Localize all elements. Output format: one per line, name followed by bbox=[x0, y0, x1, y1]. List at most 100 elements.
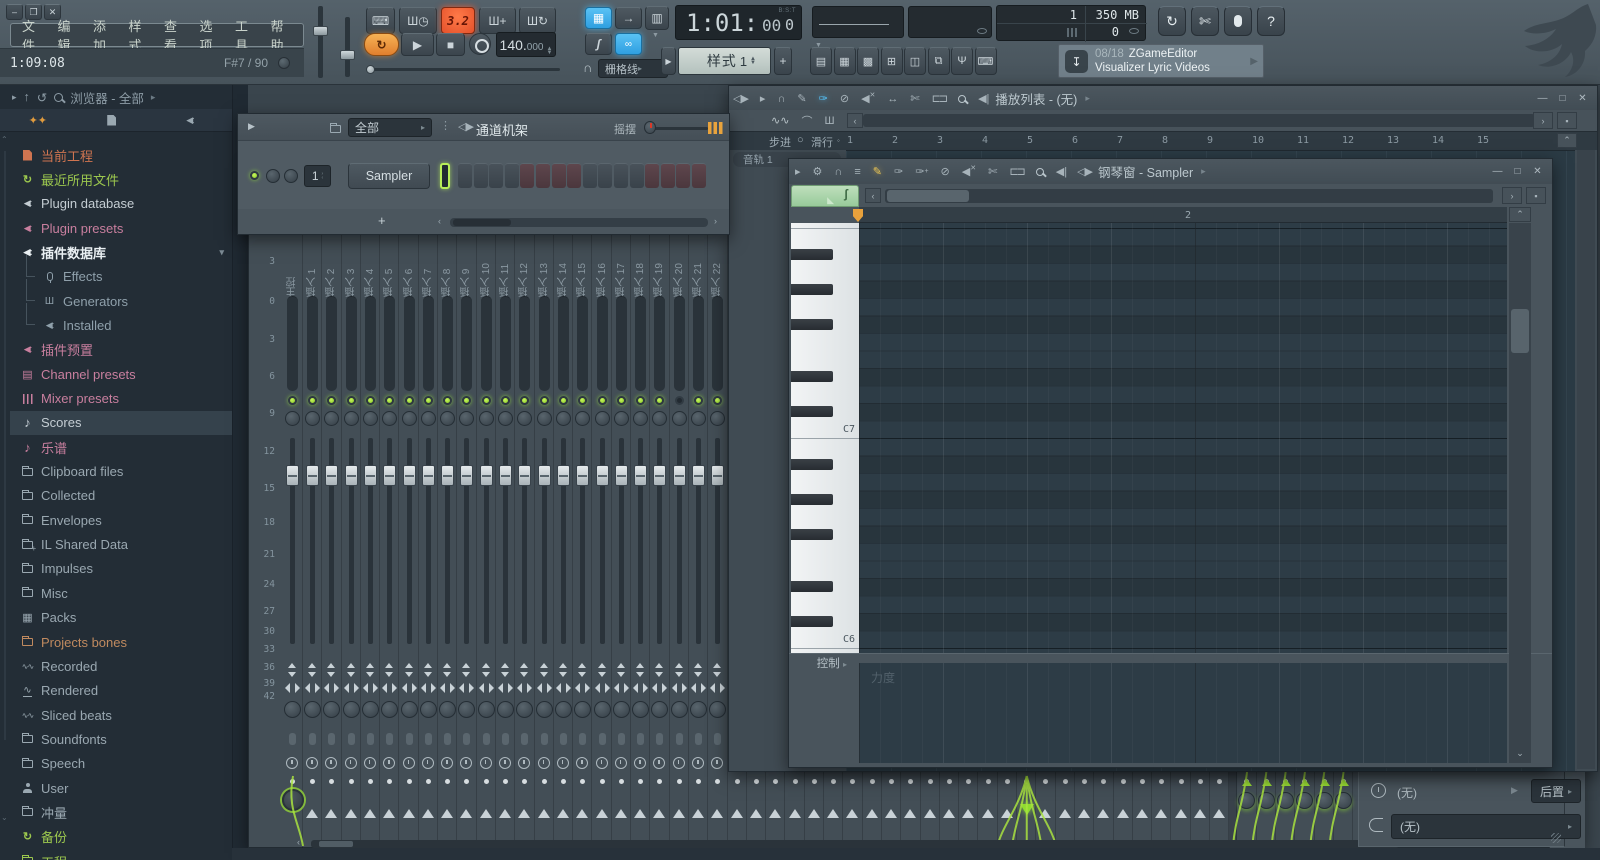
arrow-icon[interactable] bbox=[760, 92, 766, 105]
stereo-sep-icon[interactable] bbox=[577, 663, 588, 677]
route-arrow-icon[interactable] bbox=[480, 809, 492, 818]
black-key[interactable] bbox=[791, 494, 833, 505]
route-dot[interactable] bbox=[1217, 779, 1222, 784]
master-pitch-slider[interactable] bbox=[345, 17, 350, 77]
clock-icon[interactable] bbox=[653, 757, 665, 769]
route-dot[interactable] bbox=[657, 779, 662, 784]
channel-volume-knob[interactable] bbox=[284, 169, 298, 183]
browser-item-插件数据库[interactable]: 插件数据库▾ bbox=[10, 240, 232, 264]
scroll-left-button[interactable]: ‹ bbox=[865, 188, 881, 203]
clock-icon[interactable] bbox=[711, 757, 723, 769]
clock-icon[interactable] bbox=[557, 757, 569, 769]
route-dot[interactable] bbox=[1101, 779, 1106, 784]
resize-grip[interactable] bbox=[1551, 833, 1561, 843]
automation-tab-icon[interactable]: ⌒ bbox=[801, 113, 812, 129]
pan-arrows-icon[interactable] bbox=[285, 683, 300, 693]
strip-knob[interactable] bbox=[362, 701, 379, 718]
strip-knob[interactable] bbox=[304, 701, 321, 718]
window-icon[interactable] bbox=[1077, 165, 1092, 178]
strip-pan-knob[interactable] bbox=[517, 411, 532, 426]
route-dot[interactable] bbox=[1198, 779, 1203, 784]
route-arrow-icon[interactable] bbox=[673, 809, 685, 818]
step-cell-1[interactable] bbox=[458, 163, 472, 188]
channel-enable-led[interactable] bbox=[250, 171, 259, 180]
route-arrow-icon[interactable] bbox=[750, 809, 762, 818]
route-arrow-icon[interactable] bbox=[982, 809, 994, 818]
clock-icon[interactable] bbox=[460, 757, 472, 769]
plugin-slot-icon[interactable] bbox=[483, 733, 490, 745]
plugin-slot-icon[interactable] bbox=[444, 733, 451, 745]
zoom-icon[interactable] bbox=[958, 95, 966, 103]
step-cell-8[interactable] bbox=[567, 163, 581, 188]
clock-icon[interactable] bbox=[673, 757, 685, 769]
route-dot[interactable] bbox=[986, 779, 991, 784]
channel-selector-indicator[interactable] bbox=[440, 163, 450, 189]
send-arrow-icon[interactable] bbox=[1281, 779, 1291, 786]
loop-record-button[interactable]: ↻ bbox=[364, 33, 399, 56]
route-dot[interactable] bbox=[735, 779, 740, 784]
black-key[interactable] bbox=[791, 284, 833, 295]
browser-item-scores[interactable]: Scores bbox=[10, 411, 232, 435]
browser-item-generators[interactable]: Generators bbox=[10, 289, 232, 313]
master-volume-slider[interactable] bbox=[318, 6, 323, 78]
news-panel[interactable]: ↧ 08/18ZGameEditor Visualizer Lyric Vide… bbox=[1058, 44, 1264, 78]
clock-icon[interactable] bbox=[306, 757, 318, 769]
mixer-strip[interactable]: 插入 1 bbox=[303, 204, 322, 849]
select-icon[interactable] bbox=[932, 92, 946, 105]
browser-item-collected[interactable]: Collected bbox=[10, 484, 232, 508]
channel-pan-knob[interactable] bbox=[266, 169, 280, 183]
route-arrow-icon[interactable] bbox=[596, 809, 608, 818]
pan-arrows-icon[interactable] bbox=[614, 683, 629, 693]
window-icon[interactable] bbox=[733, 92, 748, 105]
route-arrow-icon[interactable] bbox=[827, 809, 839, 818]
route-arrow-icon[interactable] bbox=[789, 809, 801, 818]
step-cell-15[interactable] bbox=[676, 163, 690, 188]
browser-item-工程[interactable]: 工程 bbox=[10, 849, 232, 860]
plugin-slot-icon[interactable] bbox=[463, 733, 470, 745]
strip-pan-knob[interactable] bbox=[556, 411, 571, 426]
strip-enable-led[interactable] bbox=[385, 396, 394, 405]
pattern-prev-button[interactable]: ▶ bbox=[661, 47, 676, 75]
stereo-sep-icon[interactable] bbox=[423, 663, 434, 677]
route-arrow-icon[interactable] bbox=[1155, 809, 1167, 818]
strip-pan-knob[interactable] bbox=[575, 411, 590, 426]
pan-arrows-icon[interactable] bbox=[537, 683, 552, 693]
route-arrow-icon[interactable] bbox=[1117, 809, 1129, 818]
route-arrow-icon[interactable] bbox=[1213, 809, 1225, 818]
route-arrow-icon[interactable] bbox=[1175, 809, 1187, 818]
send-knob[interactable] bbox=[1258, 792, 1275, 809]
strip-enable-led[interactable] bbox=[636, 396, 645, 405]
slide-toggle[interactable]: ◦ bbox=[837, 136, 840, 145]
send-knob[interactable] bbox=[1335, 792, 1352, 809]
strip-knob[interactable] bbox=[632, 701, 649, 718]
plugin-slot-icon[interactable] bbox=[676, 733, 683, 745]
master-volume-handle[interactable] bbox=[313, 26, 328, 36]
strip-fader-handle[interactable] bbox=[634, 465, 647, 486]
strip-enable-led[interactable] bbox=[713, 396, 722, 405]
browser-item-rendered[interactable]: Rendered bbox=[10, 679, 232, 703]
black-key[interactable] bbox=[791, 249, 833, 260]
pattern-tab-icon[interactable]: Ш bbox=[824, 115, 834, 127]
playlist-dot-button[interactable]: ▪ bbox=[1557, 112, 1577, 129]
playlist-vscrollbar[interactable] bbox=[1577, 150, 1595, 769]
strip-enable-led[interactable] bbox=[655, 396, 664, 405]
route-arrow-icon[interactable] bbox=[866, 809, 878, 818]
snap-selector[interactable]: 栅格线 ▸ bbox=[598, 59, 668, 78]
playlist-nav-button[interactable]: › bbox=[1533, 112, 1553, 129]
mixer-strip[interactable]: 插入 21 bbox=[689, 204, 708, 849]
black-key[interactable] bbox=[791, 459, 833, 470]
strip-knob[interactable] bbox=[516, 701, 533, 718]
drag-dots-icon[interactable]: ⋮ bbox=[440, 119, 451, 132]
mixer-hscrollbar[interactable] bbox=[311, 840, 1399, 848]
channel-name-button[interactable]: Sampler bbox=[348, 163, 430, 189]
route-arrow-icon[interactable] bbox=[943, 809, 955, 818]
route-arrow-icon[interactable] bbox=[653, 809, 665, 818]
route-arrow-icon[interactable] bbox=[364, 809, 376, 818]
strip-enable-led[interactable] bbox=[288, 396, 297, 405]
scroll-right-icon[interactable]: › bbox=[714, 216, 717, 226]
browser-item-最近所用文件[interactable]: 最近所用文件 bbox=[10, 167, 232, 191]
strip-knob[interactable] bbox=[555, 701, 572, 718]
route-arrow-icon[interactable] bbox=[557, 809, 569, 818]
pan-arrows-icon[interactable] bbox=[595, 683, 610, 693]
route-arrow-icon[interactable] bbox=[962, 809, 974, 818]
